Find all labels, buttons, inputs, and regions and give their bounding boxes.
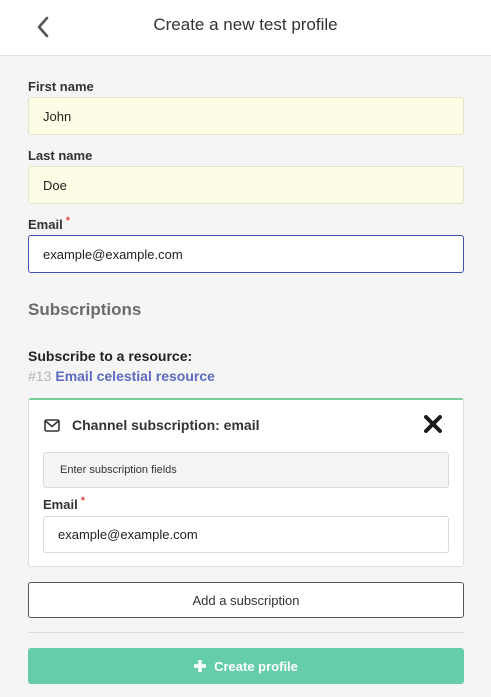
add-subscription-button[interactable]: Add a subscription: [28, 582, 464, 618]
first-name-input[interactable]: [28, 97, 464, 135]
divider: [28, 632, 464, 633]
first-name-label: First name: [28, 79, 94, 94]
subscription-email-input[interactable]: [43, 516, 449, 553]
close-icon[interactable]: [424, 415, 442, 433]
remove-subscription-button[interactable]: [423, 414, 443, 434]
resource-id: #13: [28, 368, 52, 384]
card-header: Channel subscription: email: [44, 417, 259, 433]
card-email-label-row: Email *: [43, 495, 85, 512]
create-profile-button[interactable]: Create profile: [28, 648, 464, 684]
email-label-row: Email *: [28, 215, 70, 232]
card-required-mark: *: [80, 495, 85, 507]
envelope-icon: [44, 418, 60, 432]
resource-label: Subscribe to a resource:: [28, 348, 193, 364]
resource-link[interactable]: Email celestial resource: [55, 368, 215, 384]
enter-subscription-fields-button[interactable]: Enter subscription fields: [43, 452, 449, 488]
last-name-input[interactable]: [28, 166, 464, 204]
page-title: Create a new test profile: [153, 15, 338, 34]
card-title: Channel subscription: email: [72, 417, 260, 433]
email-input[interactable]: [28, 235, 464, 273]
card-email-label: Email: [43, 497, 78, 512]
subscriptions-heading: Subscriptions: [28, 300, 142, 319]
required-mark: *: [65, 215, 70, 227]
last-name-label: Last name: [28, 148, 93, 163]
plus-icon: [194, 660, 207, 672]
header-bar: Create a new test profile: [0, 0, 491, 56]
resource-line: #13 Email celestial resource: [28, 368, 215, 384]
email-label: Email: [28, 217, 63, 232]
create-profile-label: Create profile: [214, 658, 298, 674]
subscription-card: Channel subscription: email Enter subscr…: [28, 398, 464, 567]
